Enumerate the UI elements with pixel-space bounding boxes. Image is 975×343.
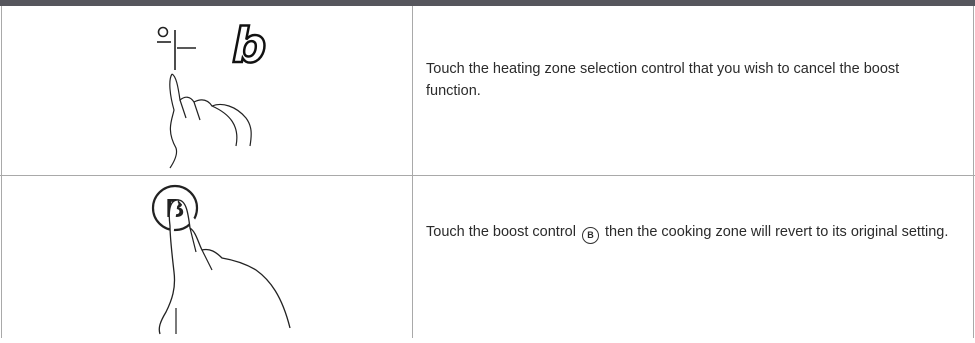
step-2-text: Touch the boost control B then the cooki…	[426, 221, 956, 244]
step-2-text-before: Touch the boost control	[426, 224, 576, 240]
boost-symbol-icon: B	[581, 227, 599, 244]
segment-display-b: b	[232, 18, 266, 74]
table-row: b Touch the heating zone selection contr…	[0, 6, 975, 176]
table-row: B Touch the boost control B then the coo…	[0, 176, 975, 338]
step-1-text: Touch the heating zone selection control…	[426, 61, 900, 99]
step-2-text-after: then the cooking zone will revert to its…	[605, 224, 949, 240]
finger-touching-zone-selection-icon: b	[0, 6, 412, 175]
finger-touching-boost-button-icon: B	[0, 176, 412, 338]
